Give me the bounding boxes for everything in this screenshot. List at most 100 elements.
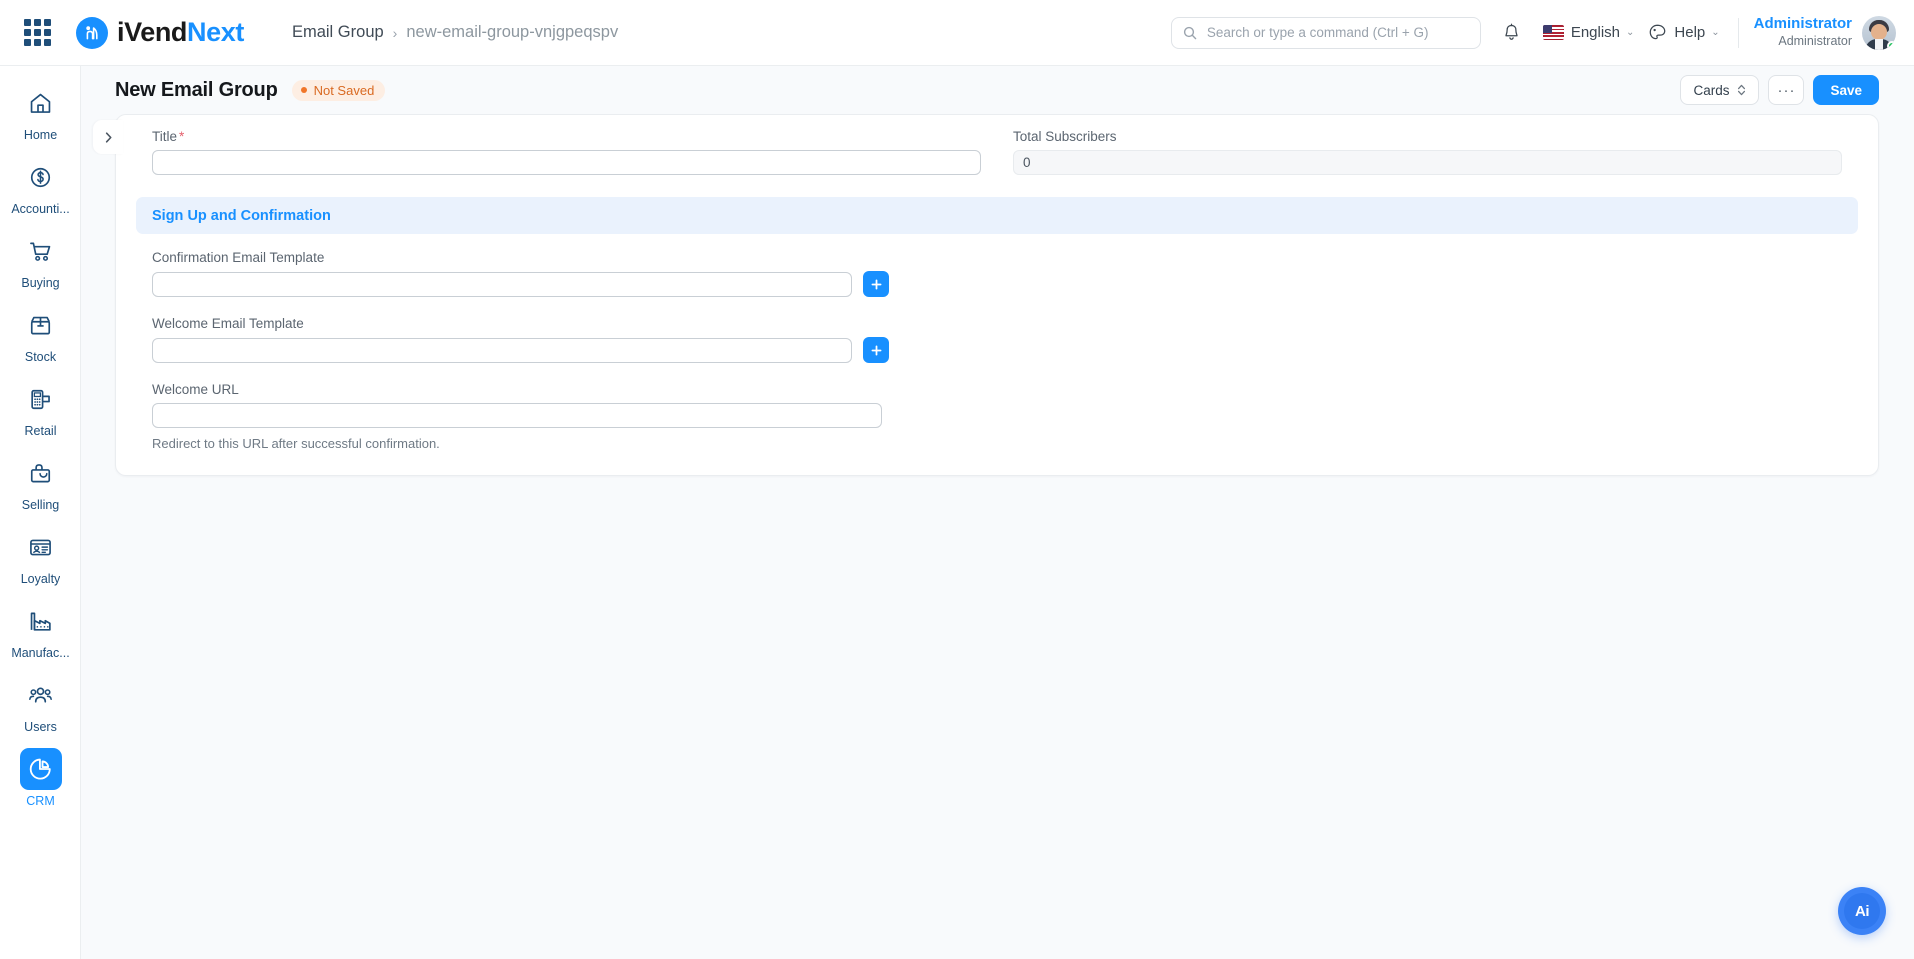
brand-text-dark: iVend: [117, 17, 188, 47]
breadcrumb-current: new-email-group-vnjgpeqspv: [406, 23, 619, 41]
total-subscribers-group: Total Subscribers: [997, 129, 1858, 175]
welcome-url-help-text: Redirect to this URL after successful co…: [152, 436, 440, 451]
collapse-sidebar-toggle[interactable]: [93, 120, 123, 154]
ai-assistant-label: Ai: [1844, 893, 1880, 929]
welcome-url-input[interactable]: [152, 403, 882, 428]
welcome-email-template-group: Welcome Email Template: [152, 316, 1842, 363]
add-welcome-email-template-button[interactable]: [863, 337, 889, 363]
sidebar-label: Stock: [24, 350, 57, 364]
sidebar-label: Retail: [24, 424, 57, 438]
sidebar-item-crm[interactable]: CRM: [0, 748, 80, 808]
ivend-logo-mark-icon: [76, 16, 108, 49]
sidebar-item-users[interactable]: Users: [0, 674, 80, 734]
sidebar: Home Accounti... Buying Stock Retail Sel…: [0, 66, 81, 959]
form-row-primary: Title * Total Subscribers: [136, 129, 1858, 175]
navbar-right: English ⌄ Help ⌄ Administrator Administr…: [1170, 15, 1914, 50]
apps-grid-icon[interactable]: [22, 18, 52, 48]
total-subscribers-value: [1013, 150, 1842, 175]
welcome-email-template-label: Welcome Email Template: [152, 316, 304, 331]
welcome-url-group: Welcome URL Redirect to this URL after s…: [152, 382, 1842, 451]
box-icon: [20, 304, 62, 346]
notifications-button[interactable]: [1495, 16, 1529, 50]
plus-icon: [871, 345, 881, 355]
pos-terminal-icon: [20, 378, 62, 420]
chevron-right-icon: [105, 131, 112, 143]
factory-icon: [20, 600, 62, 642]
brand-text: iVendNext: [117, 19, 244, 46]
chevron-down-icon: ⌄: [1711, 27, 1720, 38]
user-names: Administrator Administrator: [1754, 15, 1852, 49]
help-label: Help: [1674, 24, 1706, 41]
plus-icon: [871, 279, 881, 289]
sidebar-label: Accounti...: [11, 202, 70, 216]
sidebar-item-loyalty[interactable]: Loyalty: [0, 526, 80, 586]
status-dot-icon: [300, 87, 307, 93]
palette-icon: [1650, 24, 1666, 40]
bell-icon: [1505, 23, 1518, 40]
section-title: Sign Up and Confirmation: [152, 207, 331, 224]
brand-text-blue: Next: [187, 17, 244, 47]
welcome-email-template-row: [152, 337, 1842, 363]
welcome-email-template-input[interactable]: [152, 337, 852, 363]
user-name: Administrator: [1753, 15, 1852, 33]
breadcrumb: Email Group › new-email-group-vnjgpeqspv: [292, 23, 618, 42]
view-mode-button[interactable]: Cards: [1680, 75, 1760, 105]
user-role: Administrator: [1778, 34, 1852, 49]
user-menu[interactable]: Administrator Administrator: [1754, 15, 1896, 50]
sidebar-item-manufacturing[interactable]: Manufac...: [0, 600, 80, 660]
top-navbar: iVendNext Email Group › new-email-group-…: [0, 0, 1914, 66]
sidebar-item-selling[interactable]: Selling: [0, 452, 80, 512]
save-button[interactable]: Save: [1813, 75, 1879, 105]
welcome-url-label: Welcome URL: [152, 382, 239, 397]
us-flag-icon: [1542, 25, 1564, 40]
sidebar-label: Loyalty: [20, 572, 61, 586]
app-root: iVendNext Email Group › new-email-group-…: [0, 0, 1914, 959]
sidebar-item-stock[interactable]: Stock: [0, 304, 80, 364]
navbar-divider: [1737, 17, 1739, 48]
status-badge: Not Saved: [291, 79, 386, 101]
more-options-button[interactable]: ···: [1768, 75, 1805, 105]
required-marker: *: [179, 129, 185, 144]
search-icon: [1183, 26, 1197, 39]
sidebar-label: Home: [23, 128, 58, 142]
form-card: Title* Total Subscribers Sign Up and Con…: [115, 114, 1879, 476]
navbar-left: iVendNext Email Group › new-email-group-…: [0, 16, 618, 49]
view-mode-label: Cards: [1693, 82, 1730, 98]
page-header: New Email Group Not Saved Cards ··· Save: [81, 66, 1914, 114]
sidebar-label: CRM: [26, 794, 55, 808]
form-wrapper: Title* Total Subscribers Sign Up and Con…: [81, 114, 1914, 476]
confirmation-email-template-input[interactable]: [152, 271, 852, 297]
sidebar-label: Buying: [21, 276, 60, 290]
home-icon: [20, 82, 62, 124]
title-field-label: Title *: [152, 129, 185, 144]
title-field-group: Title *: [136, 129, 997, 175]
breadcrumb-parent-link[interactable]: Email Group: [292, 23, 384, 42]
breadcrumb-separator-icon: ›: [392, 24, 398, 41]
status-label: Not Saved: [313, 82, 375, 98]
sidebar-label: Selling: [21, 498, 60, 512]
online-status-dot: [1887, 40, 1896, 50]
sidebar-item-buying[interactable]: Buying: [0, 230, 80, 290]
sidebar-item-home[interactable]: Home: [0, 82, 80, 142]
updown-chevrons-icon: [1738, 84, 1746, 96]
total-subscribers-label: Total Subscribers: [1013, 129, 1117, 144]
section-header-signup-confirmation[interactable]: Sign Up and Confirmation: [136, 197, 1858, 234]
add-confirmation-email-template-button[interactable]: [863, 271, 889, 297]
sidebar-item-accounting[interactable]: Accounti...: [0, 156, 80, 216]
language-selector[interactable]: English ⌄: [1542, 24, 1635, 41]
avatar[interactable]: [1862, 15, 1896, 50]
page-actions: Cards ··· Save: [1680, 75, 1879, 105]
confirmation-email-template-label: Confirmation Email Template: [152, 250, 325, 265]
ai-assistant-button[interactable]: Ai: [1838, 887, 1886, 935]
search-input[interactable]: [1204, 24, 1469, 41]
help-menu[interactable]: Help ⌄: [1648, 23, 1720, 42]
sidebar-label: Manufac...: [11, 646, 70, 660]
dollar-circle-icon: [20, 156, 62, 198]
sidebar-item-retail[interactable]: Retail: [0, 378, 80, 438]
sidebar-label: Users: [24, 720, 57, 734]
search-box[interactable]: [1170, 16, 1481, 49]
users-icon: [20, 674, 62, 716]
brand-logo[interactable]: iVendNext: [76, 16, 244, 49]
chevron-down-icon: ⌄: [1626, 27, 1635, 38]
title-input[interactable]: [152, 150, 981, 175]
